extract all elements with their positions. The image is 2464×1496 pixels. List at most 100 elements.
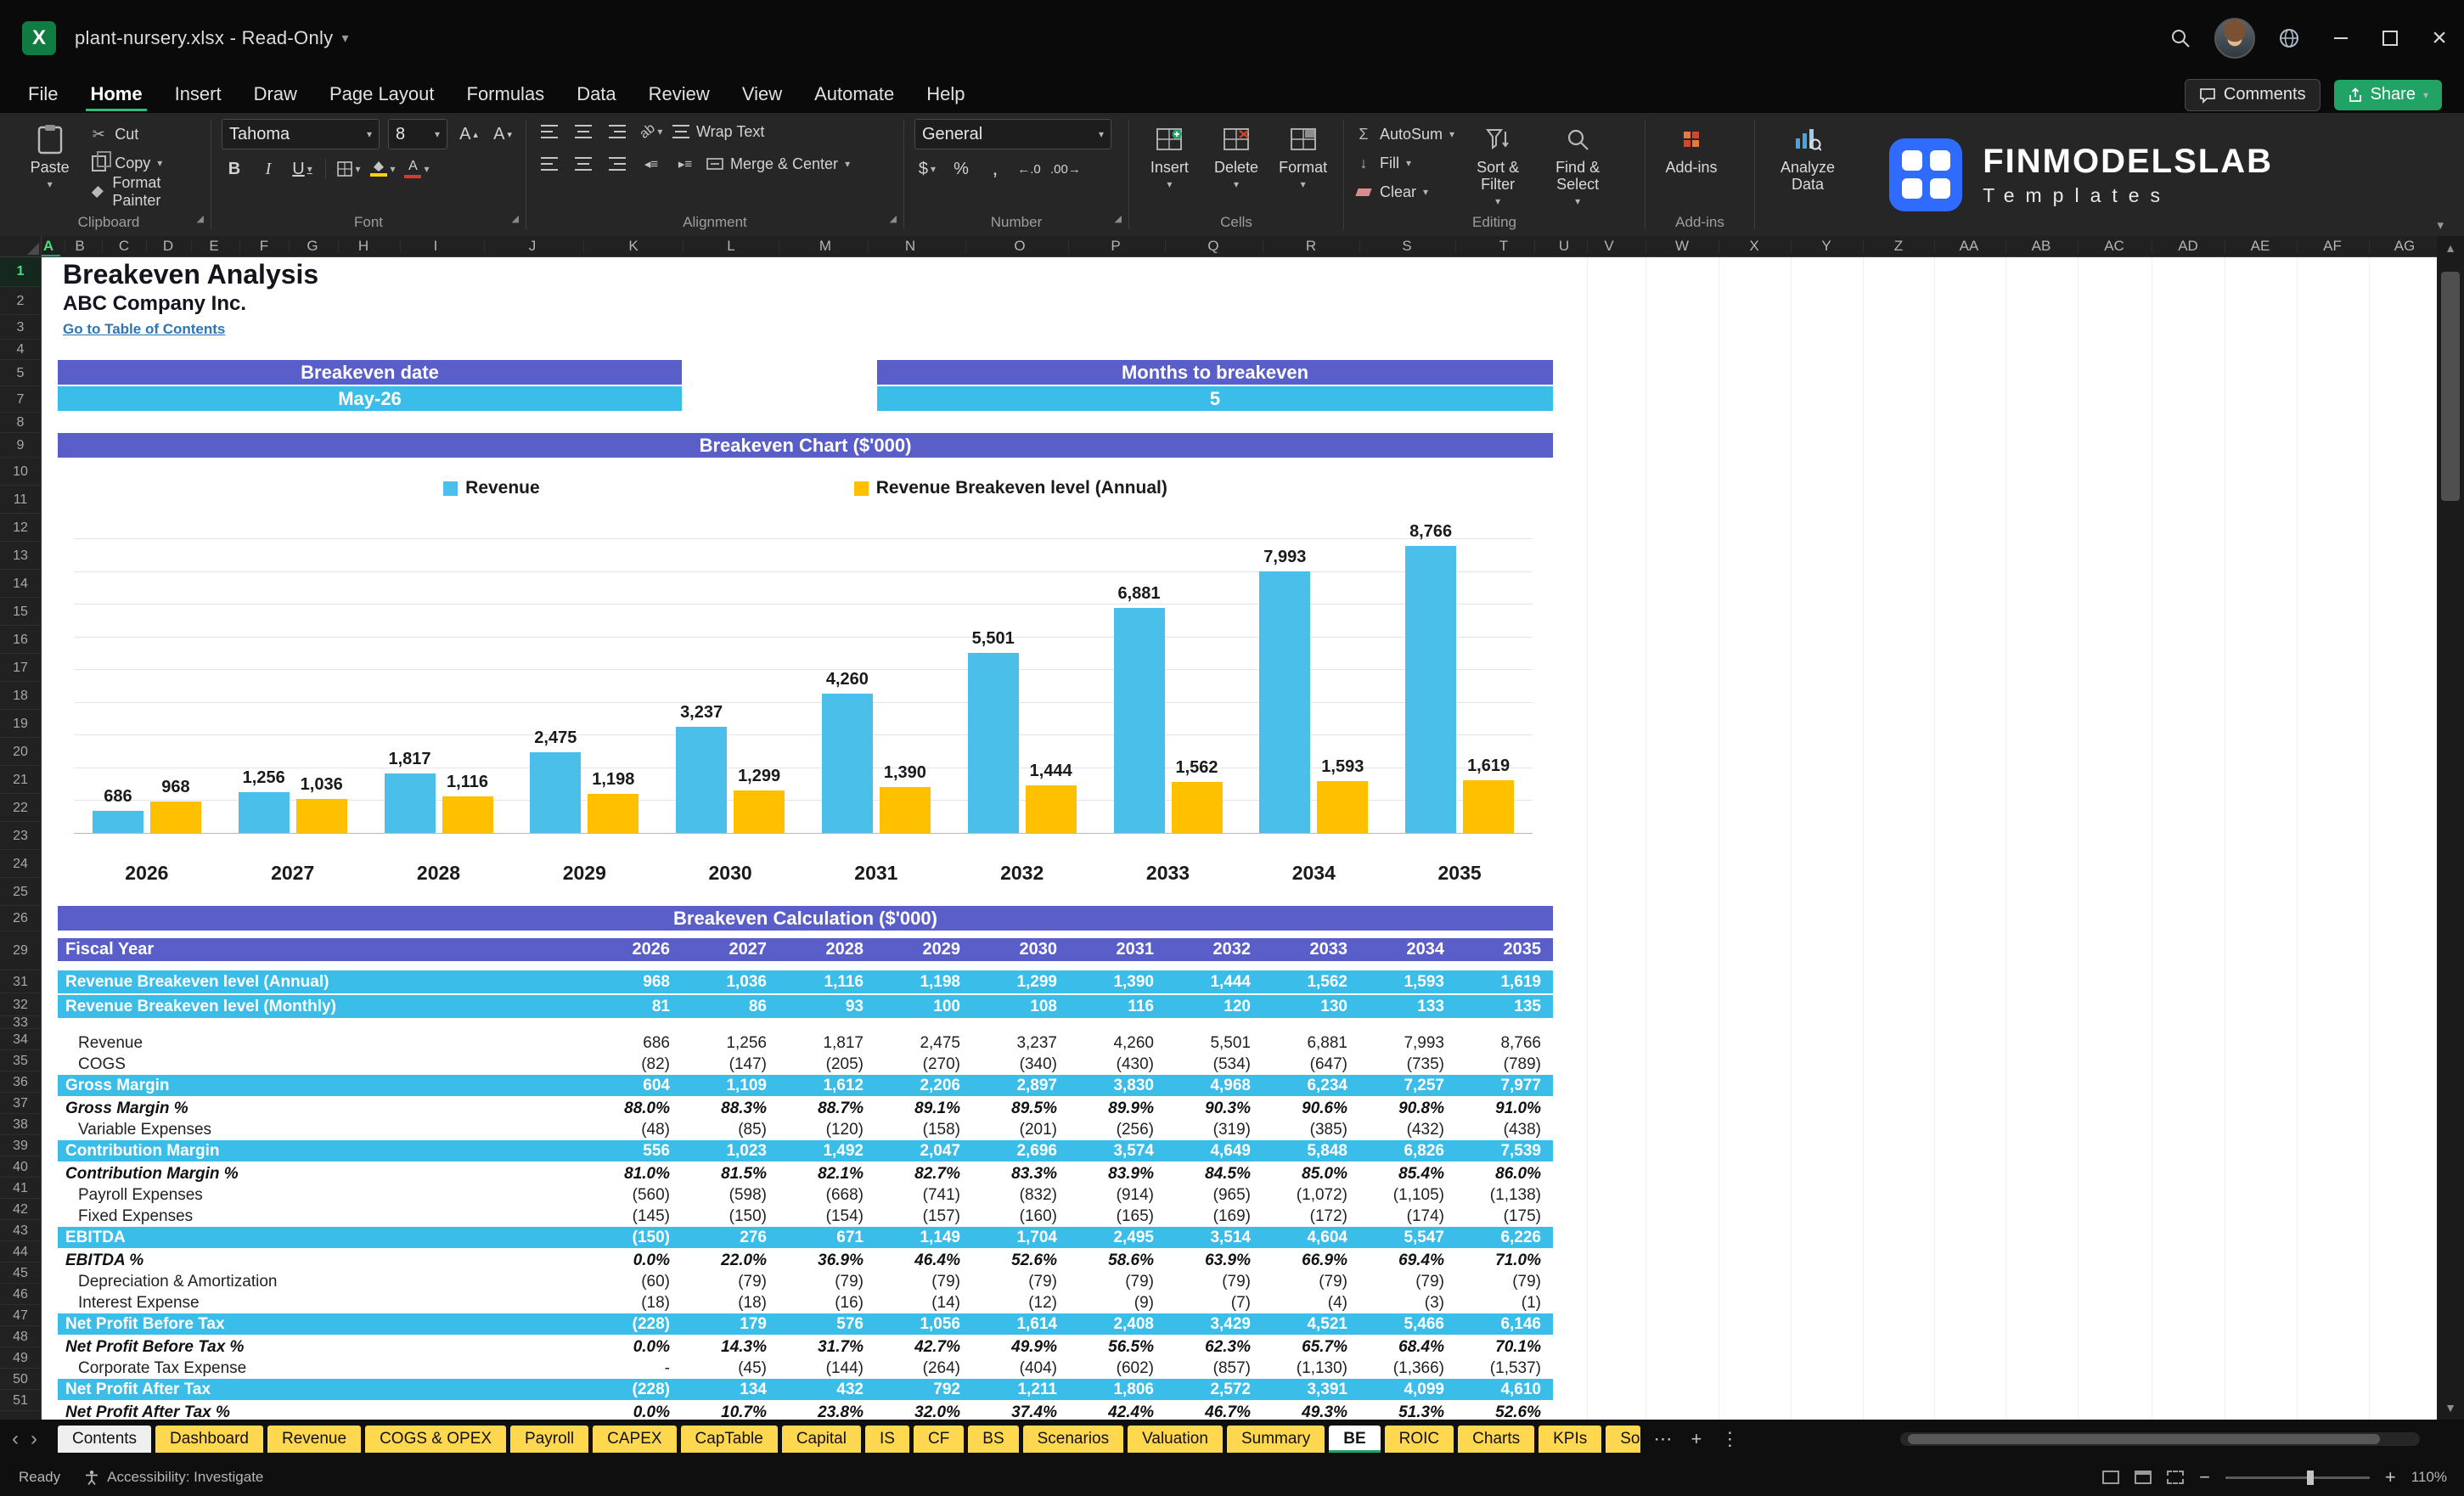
cell[interactable]: 556 — [585, 1142, 682, 1161]
cell[interactable]: 93 — [779, 998, 875, 1016]
sheet-tab-cogs-opex[interactable]: COGS & OPEX — [365, 1426, 506, 1453]
cell[interactable]: (144) — [779, 1359, 875, 1378]
column-header-k[interactable]: K — [628, 236, 638, 256]
cell[interactable]: 1,036 — [682, 973, 779, 992]
cell[interactable]: 2,897 — [972, 1077, 1069, 1095]
cell[interactable]: 3,429 — [1166, 1315, 1263, 1334]
cell[interactable]: 42.7% — [875, 1338, 972, 1357]
cell[interactable]: - — [585, 1359, 682, 1378]
months-to-breakeven-value[interactable]: 5 — [877, 386, 1553, 411]
column-header-f[interactable]: F — [260, 236, 268, 256]
cell[interactable]: 88.3% — [682, 1100, 779, 1118]
cell[interactable]: (79) — [972, 1273, 1069, 1291]
decrease-font-button[interactable]: A▾ — [490, 121, 515, 147]
cell[interactable]: (602) — [1069, 1359, 1166, 1378]
cell[interactable]: 2,475 — [875, 1034, 972, 1053]
row-header-21[interactable]: 21 — [0, 766, 41, 794]
dialog-launcher-icon[interactable]: ◢ — [1115, 209, 1122, 229]
cell[interactable]: (430) — [1069, 1055, 1166, 1074]
cell[interactable]: 3,391 — [1263, 1381, 1359, 1399]
cell[interactable]: 83.9% — [1069, 1165, 1166, 1184]
cell[interactable]: (79) — [1166, 1273, 1263, 1291]
cell[interactable]: 3,574 — [1069, 1142, 1166, 1161]
clear-button[interactable]: Clear▾ — [1354, 180, 1454, 204]
account-avatar[interactable] — [2208, 0, 2262, 76]
cell[interactable]: 1,390 — [1069, 973, 1166, 992]
months-to-breakeven-header[interactable]: Months to breakeven — [877, 360, 1553, 385]
cell[interactable]: 4,649 — [1166, 1142, 1263, 1161]
cell[interactable]: 36.9% — [779, 1251, 875, 1270]
sheet-tab-capital[interactable]: Capital — [782, 1426, 861, 1453]
row-header-9[interactable]: 9 — [0, 433, 41, 458]
cell[interactable]: 1,023 — [682, 1142, 779, 1161]
cell[interactable]: 68.4% — [1359, 1338, 1456, 1357]
sheet-tab-so[interactable]: So — [1606, 1426, 1640, 1453]
sheet-tab-kpis[interactable]: KPIs — [1539, 1426, 1601, 1453]
cell[interactable]: 5,501 — [1166, 1034, 1263, 1053]
column-header-q[interactable]: Q — [1207, 236, 1218, 256]
wrap-text-button[interactable]: Wrap Text — [672, 119, 764, 144]
column-header-ag[interactable]: AG — [2394, 236, 2416, 256]
autosum-button[interactable]: ΣAutoSum▾ — [1354, 122, 1454, 146]
cell[interactable]: 88.7% — [779, 1100, 875, 1118]
new-sheet-icon[interactable]: + — [1682, 1428, 1712, 1450]
row-header-41[interactable]: 41 — [0, 1178, 41, 1199]
cell[interactable]: 3,237 — [972, 1034, 1069, 1053]
sort-filter-button[interactable]: Sort & Filter▾ — [1461, 119, 1534, 207]
cell[interactable]: 135 — [1456, 998, 1553, 1016]
comma-style-button[interactable]: , — [982, 156, 1008, 182]
cell[interactable]: 2,572 — [1166, 1381, 1263, 1399]
fill-color-button[interactable]: ▾ — [370, 156, 396, 182]
cell[interactable]: (438) — [1456, 1121, 1553, 1139]
column-header-o[interactable]: O — [1014, 236, 1025, 256]
column-header-c[interactable]: C — [119, 236, 129, 256]
menu-tab-formulas[interactable]: Formulas — [451, 76, 561, 113]
row-header-44[interactable]: 44 — [0, 1241, 41, 1263]
cell[interactable]: 6,234 — [1263, 1077, 1359, 1095]
row-header-17[interactable]: 17 — [0, 654, 41, 682]
table-row-cogs[interactable]: COGS(82)(147)(205)(270)(340)(430)(534)(6… — [58, 1054, 1553, 1075]
cell[interactable]: 65.7% — [1263, 1338, 1359, 1357]
vertical-scrollbar-thumb[interactable] — [2441, 272, 2460, 501]
close-button[interactable]: × — [2415, 0, 2464, 76]
table-of-contents-link[interactable]: Go to Table of Contents — [63, 321, 225, 338]
row-header-7[interactable]: 7 — [0, 386, 41, 413]
row-header-35[interactable]: 35 — [0, 1050, 41, 1071]
cell[interactable]: (9) — [1069, 1294, 1166, 1313]
sheet-tab-captable[interactable]: CapTable — [681, 1426, 778, 1453]
cell[interactable]: (169) — [1166, 1207, 1263, 1226]
column-header-l[interactable]: L — [727, 236, 734, 256]
cell[interactable]: 86.0% — [1456, 1165, 1553, 1184]
cell[interactable]: 6,881 — [1263, 1034, 1359, 1053]
decrease-indent-button[interactable]: ◂≡ — [639, 151, 664, 177]
find-select-button[interactable]: Find & Select▾ — [1541, 119, 1614, 207]
font-size-select[interactable]: 8▾ — [388, 119, 447, 149]
cell[interactable]: 6,826 — [1359, 1142, 1456, 1161]
select-all-corner[interactable] — [0, 236, 42, 257]
sheet-tab-valuation[interactable]: Valuation — [1128, 1426, 1223, 1453]
row-header-42[interactable]: 42 — [0, 1199, 41, 1220]
accessibility-status[interactable]: Accessibility: Investigate — [84, 1469, 263, 1486]
comments-button[interactable]: Comments — [2185, 79, 2321, 111]
zoom-in-icon[interactable]: + — [2385, 1466, 2396, 1488]
cell[interactable]: 89.1% — [875, 1100, 972, 1118]
cell[interactable]: (150) — [682, 1207, 779, 1226]
cell[interactable]: 22.0% — [682, 1251, 779, 1270]
row-header-46[interactable]: 46 — [0, 1284, 41, 1305]
table-row-interest-expense[interactable]: Interest Expense(18)(18)(16)(14)(12)(9)(… — [58, 1292, 1553, 1313]
cell[interactable]: 1,619 — [1456, 973, 1553, 992]
cell[interactable]: (79) — [1069, 1273, 1166, 1291]
sheet-tab-charts[interactable]: Charts — [1458, 1426, 1534, 1453]
cell[interactable]: 6,226 — [1456, 1229, 1553, 1247]
cell[interactable]: (1,138) — [1456, 1186, 1553, 1205]
cell[interactable]: (1,366) — [1359, 1359, 1456, 1378]
row-header-2[interactable]: 2 — [0, 287, 41, 315]
accounting-format-button[interactable]: $▾ — [914, 156, 940, 182]
sheet-tab-summary[interactable]: Summary — [1227, 1426, 1325, 1453]
cell[interactable]: (560) — [585, 1186, 682, 1205]
copy-button[interactable]: Copy▾ — [89, 151, 200, 175]
dialog-launcher-icon[interactable]: ◢ — [197, 209, 204, 229]
row-header-45[interactable]: 45 — [0, 1263, 41, 1284]
cell[interactable]: 130 — [1263, 998, 1359, 1016]
cell[interactable]: (857) — [1166, 1359, 1263, 1378]
